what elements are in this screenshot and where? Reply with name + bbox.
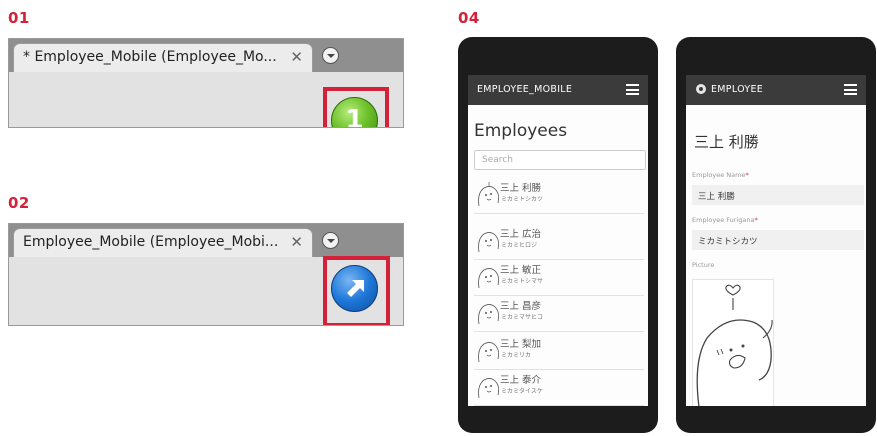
- menu-icon[interactable]: [844, 84, 857, 95]
- tab-title: Employee_Mobile (Employee_Mobi...: [23, 234, 279, 250]
- tab-strip: Employee_Mobile (Employee_Mobi... ✕: [9, 224, 403, 257]
- avatar-illustration: [696, 284, 773, 406]
- employee-furigana-label: Employee Furigana*: [692, 216, 758, 224]
- tab-body: [9, 256, 403, 325]
- employee-name: 三上 敏正: [500, 265, 542, 276]
- phone-list-screen: EMPLOYEE_MOBILE Employees Search 三上 利勝 ミ…: [458, 37, 658, 433]
- phone-detail-screen: EMPLOYEE 三上 利勝 Employee Name* 三上 利勝 Empl…: [676, 37, 876, 433]
- list-item[interactable]: 三上 梨加 ミカミリカ: [474, 333, 644, 370]
- tab-title: * Employee_Mobile (Employee_Mo...: [23, 49, 277, 65]
- tab-strip: * Employee_Mobile (Employee_Mo... ✕: [9, 39, 403, 72]
- employee-kana: ミカミタイスケ: [501, 388, 543, 395]
- app-bar: EMPLOYEE_MOBILE: [468, 75, 648, 105]
- search-input[interactable]: Search: [474, 150, 646, 170]
- employee-kana: ミカミヒロジ: [501, 242, 538, 249]
- step-label-04: 04: [458, 9, 480, 27]
- badge-count: 1: [345, 105, 364, 128]
- page-title: 三上 利勝: [694, 133, 759, 151]
- employee-picture: [692, 279, 774, 406]
- open-external-icon[interactable]: [331, 265, 378, 312]
- app-title: EMPLOYEE_MOBILE: [477, 84, 573, 95]
- employee-name-field[interactable]: 三上 利勝: [692, 185, 864, 205]
- tab-body: 1: [9, 72, 403, 128]
- screen: EMPLOYEE 三上 利勝 Employee Name* 三上 利勝 Empl…: [686, 75, 866, 406]
- app-title: EMPLOYEE: [711, 84, 764, 95]
- employee-kana: ミカミトシマサ: [501, 278, 544, 285]
- list-item[interactable]: 三上 昌彦 ミカミマサヒコ: [474, 295, 644, 332]
- editor-tab-panel-01: * Employee_Mobile (Employee_Mo... ✕ 1: [8, 38, 404, 128]
- close-icon[interactable]: ✕: [290, 233, 303, 251]
- chevron-down-icon[interactable]: [322, 47, 339, 64]
- close-icon[interactable]: ✕: [290, 48, 303, 66]
- picture-label: Picture: [692, 261, 715, 269]
- list-item[interactable]: 三上 敏正 ミカミトシマサ: [474, 259, 644, 296]
- required-mark: *: [745, 171, 749, 179]
- page-title: Employees: [474, 121, 568, 141]
- screen: EMPLOYEE_MOBILE Employees Search 三上 利勝 ミ…: [468, 75, 648, 406]
- app-bar: EMPLOYEE: [686, 75, 866, 105]
- editor-tab-panel-02: Employee_Mobile (Employee_Mobi... ✕: [8, 223, 404, 326]
- app-logo-icon: [696, 84, 706, 94]
- list-item[interactable]: 三上 利勝 ミカミトシカツ: [474, 177, 644, 214]
- employee-name-label: Employee Name*: [692, 171, 749, 179]
- chevron-down-icon[interactable]: [322, 232, 339, 249]
- step-label-02: 02: [8, 194, 30, 212]
- employee-furigana-field[interactable]: ミカミトシカツ: [692, 230, 864, 250]
- required-mark: *: [754, 216, 758, 224]
- employee-kana: ミカミリカ: [501, 352, 532, 359]
- editor-tab[interactable]: Employee_Mobile (Employee_Mobi... ✕: [13, 228, 313, 257]
- employee-name: 三上 昌彦: [500, 301, 542, 312]
- employee-name: 三上 広治: [500, 229, 542, 240]
- menu-icon[interactable]: [626, 84, 639, 95]
- employee-kana: ミカミマサヒコ: [501, 314, 544, 321]
- list-item[interactable]: 三上 泰介 ミカミタイスケ: [474, 369, 644, 406]
- editor-tab[interactable]: * Employee_Mobile (Employee_Mo... ✕: [13, 43, 313, 72]
- employee-name: 三上 梨加: [500, 339, 542, 350]
- step-label-01: 01: [8, 9, 30, 27]
- employee-kana: ミカミトシカツ: [501, 196, 544, 203]
- employee-name: 三上 泰介: [500, 375, 542, 386]
- employee-name: 三上 利勝: [500, 183, 542, 194]
- list-item[interactable]: 三上 広治 ミカミヒロジ: [474, 223, 644, 260]
